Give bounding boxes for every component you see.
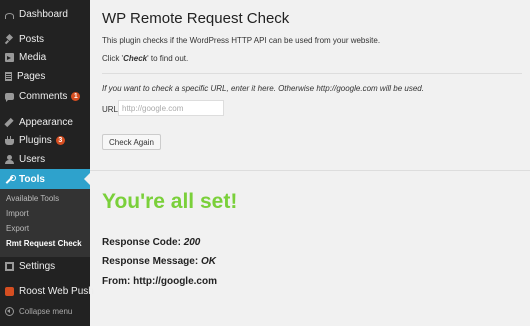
check-again-button[interactable]: Check Again	[102, 134, 161, 150]
wrench-icon	[5, 174, 16, 184]
menu-item-dashboard[interactable]: Dashboard	[0, 5, 90, 23]
divider	[90, 170, 530, 171]
menu-item-roost[interactable]: Roost Web Push	[0, 282, 94, 300]
submenu-import[interactable]: Import	[6, 209, 29, 218]
submenu-rmt-request-check[interactable]: Rmt Request Check	[6, 239, 82, 248]
users-icon	[5, 154, 14, 164]
media-icon	[5, 52, 14, 62]
pin-icon	[5, 35, 14, 44]
admin-sidebar: Dashboard Posts Media Pages Comments 1 A…	[0, 0, 94, 326]
response-message: Response Message: OK	[102, 256, 216, 267]
menu-label: Posts	[19, 33, 45, 45]
comment-icon	[5, 92, 14, 102]
menu-item-appearance[interactable]: Appearance	[0, 113, 90, 131]
intro-text: This plugin checks if the WordPress HTTP…	[102, 36, 381, 45]
success-message: You're all set!	[102, 190, 238, 213]
click-note-prefix: Click '	[102, 54, 124, 63]
menu-item-plugins[interactable]: Plugins 3	[0, 131, 90, 149]
menu-item-users[interactable]: Users	[0, 150, 90, 168]
collapse-menu[interactable]: Collapse menu	[0, 302, 90, 320]
menu-label: Tools	[19, 173, 45, 185]
menu-label: Roost Web Push	[19, 285, 94, 297]
response-code-label: Response Code:	[102, 237, 184, 248]
menu-item-media[interactable]: Media	[0, 48, 90, 66]
menu-item-pages[interactable]: Pages	[0, 67, 90, 85]
response-from: From: http://google.com	[102, 276, 217, 287]
menu-label: Collapse menu	[19, 306, 73, 316]
url-input[interactable]	[118, 100, 224, 116]
response-message-label: Response Message:	[102, 256, 201, 267]
plugins-count-badge: 3	[55, 135, 65, 145]
menu-label: Users	[19, 153, 46, 165]
menu-label: Comments	[19, 90, 68, 102]
paintbrush-icon	[4, 117, 14, 127]
menu-item-comments[interactable]: Comments 1	[0, 87, 90, 105]
click-note-suffix: ' to find out.	[147, 54, 189, 63]
collapse-icon	[5, 306, 14, 316]
response-message-value: OK	[200, 256, 216, 267]
menu-label: Appearance	[19, 116, 73, 128]
menu-label: Settings	[19, 260, 56, 272]
menu-label: Pages	[17, 70, 46, 82]
response-code-value: 200	[183, 237, 201, 248]
from-label: From:	[102, 276, 134, 287]
submenu-available-tools[interactable]: Available Tools	[6, 194, 59, 203]
menu-item-tools[interactable]: Tools	[0, 169, 90, 189]
menu-item-settings[interactable]: Settings	[0, 257, 90, 275]
divider	[102, 73, 522, 74]
tools-submenu: Available Tools Import Export Rmt Reques…	[0, 189, 90, 257]
click-note: Click 'Check' to find out.	[102, 54, 188, 63]
pages-icon	[5, 71, 12, 81]
submenu-export[interactable]: Export	[6, 224, 29, 233]
from-value: http://google.com	[133, 276, 217, 287]
roost-icon	[5, 286, 14, 296]
dashboard-icon	[5, 12, 14, 19]
response-code: Response Code: 200	[102, 237, 200, 248]
menu-item-posts[interactable]: Posts	[0, 30, 90, 48]
settings-icon	[5, 261, 14, 271]
menu-label: Dashboard	[19, 8, 68, 20]
click-note-word: Check	[123, 54, 148, 63]
comments-count-badge: 1	[71, 91, 81, 101]
url-hint: If you want to check a specific URL, ent…	[102, 84, 424, 93]
menu-label: Media	[19, 51, 47, 63]
main-content: WP Remote Request Check This plugin chec…	[90, 0, 530, 326]
page-title: WP Remote Request Check	[102, 10, 290, 27]
plugin-icon	[5, 135, 14, 145]
menu-label: Plugins	[19, 134, 52, 146]
